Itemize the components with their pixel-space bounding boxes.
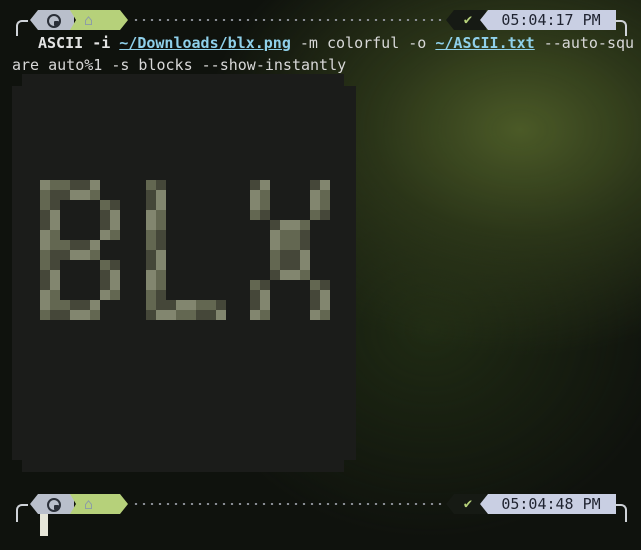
home-icon: ⌂ <box>84 495 94 513</box>
os-logo-icon <box>47 498 61 512</box>
prompt-line-bottom: ⌂ ✔ 05:04:48 PM <box>0 492 641 522</box>
prompt-line-top: ⌂ ✔ 05:04:17 PM <box>0 8 641 36</box>
ascii-blocks-image <box>12 74 356 472</box>
directory-segment <box>70 10 128 30</box>
prompt-bracket-right <box>615 504 627 522</box>
command-program: ASCII <box>38 34 84 52</box>
prompt-bracket-left <box>16 504 28 522</box>
prompt-filler-dots <box>132 503 442 505</box>
prompt-time: 05:04:17 PM <box>480 10 616 30</box>
command-input-path[interactable]: ~/Downloads/blx.png <box>119 34 291 52</box>
command-output-path[interactable]: ~/ASCII.txt <box>435 34 534 52</box>
command-flag-mode: -m colorful -o <box>299 34 427 52</box>
terminal-cursor[interactable] <box>40 514 48 536</box>
command-flag-input: -i <box>92 34 111 52</box>
terminal-window: ⌂ ✔ 05:04:17 PM ASCII -i ~/Downloads/blx… <box>0 0 641 550</box>
directory-segment <box>70 494 128 514</box>
home-icon: ⌂ <box>84 11 94 29</box>
prompt-filler-dots <box>132 19 442 21</box>
command-line[interactable]: ASCII -i ~/Downloads/blx.png -m colorful… <box>12 32 641 76</box>
prompt-time: 05:04:48 PM <box>480 494 616 514</box>
os-logo-icon <box>47 14 61 28</box>
